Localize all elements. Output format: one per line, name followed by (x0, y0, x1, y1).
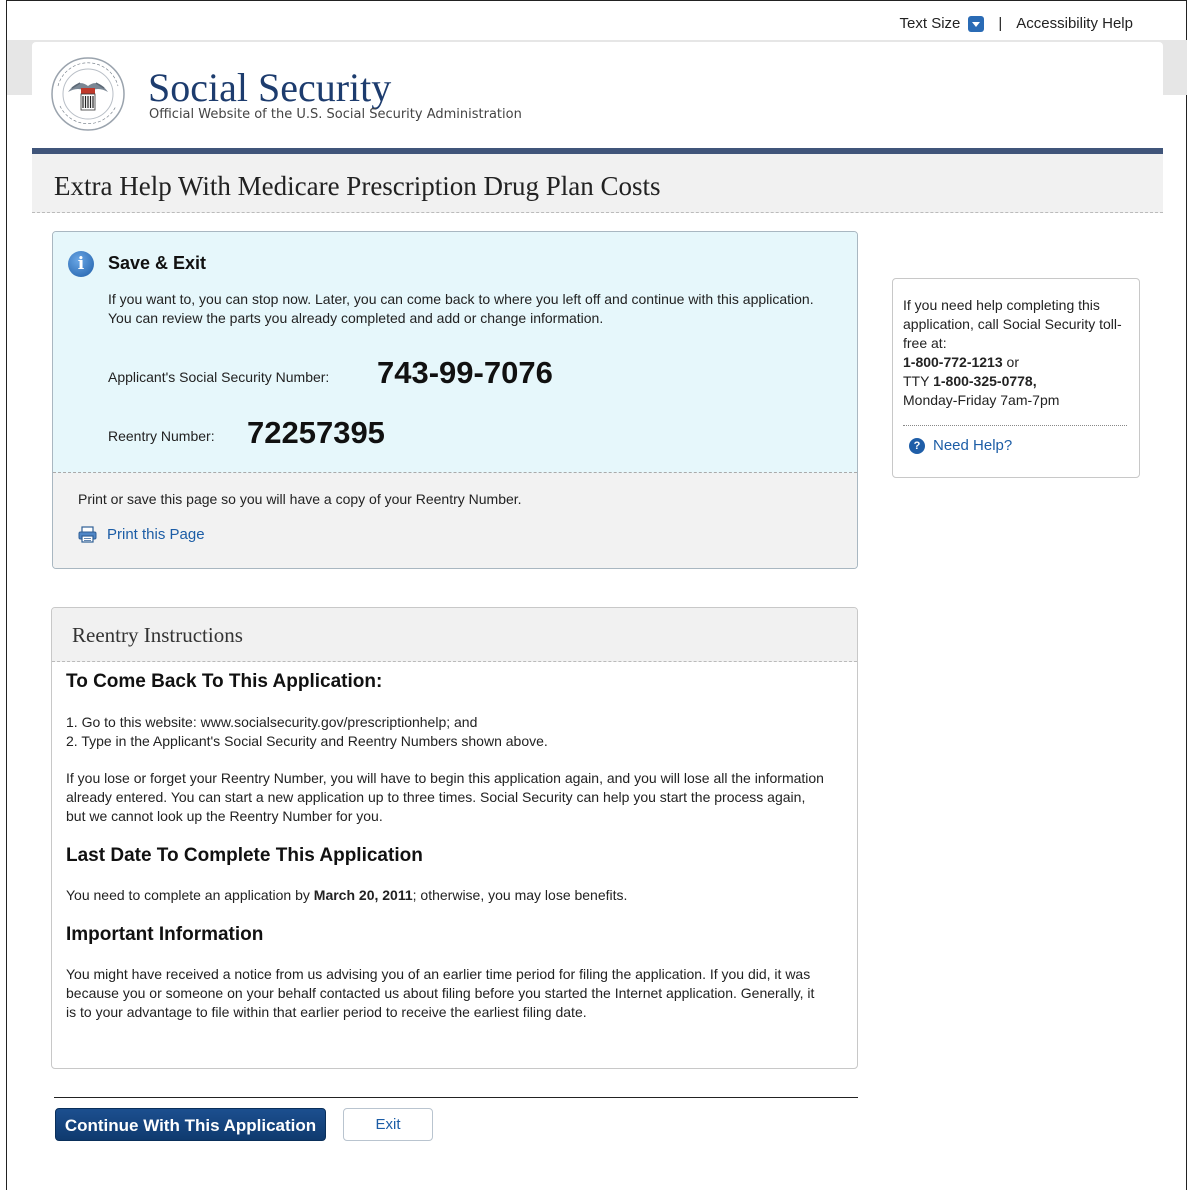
question-icon: ? (909, 437, 925, 454)
deadline-prefix: You need to complete an application by (66, 887, 314, 903)
save-exit-panel: i Save & Exit If you want to, you can st… (52, 231, 858, 569)
save-exit-heading: Save & Exit (108, 253, 207, 273)
help-tty: 1-800-325-0778, (933, 373, 1037, 389)
need-help-label: Need Help? (933, 437, 1013, 454)
help-sidebar: If you need help completing this applica… (892, 278, 1140, 478)
ssn-label: Applicant's Social Security Number: (108, 369, 330, 385)
reentry-title: Reentry Instructions (72, 623, 243, 647)
need-help-link[interactable]: ? Need Help? (909, 437, 1012, 454)
accessibility-help-link[interactable]: Accessibility Help (1016, 15, 1133, 32)
continue-application-button[interactable]: Continue With This Application (55, 1108, 326, 1141)
site-title[interactable]: Social Security (148, 64, 391, 111)
text-size-label: Text Size (899, 15, 961, 32)
deadline-text: You need to complete an application by M… (66, 886, 826, 905)
print-note: Print or save this page so you will have… (78, 491, 522, 507)
step-two: 2. Type in the Applicant's Social Securi… (66, 733, 548, 749)
deadline-suffix: ; otherwise, you may lose benefits. (412, 887, 628, 903)
button-divider (54, 1097, 858, 1098)
reentry-number-value: 72257395 (247, 415, 385, 450)
step-one: 1. Go to this website: www.socialsecurit… (66, 714, 478, 730)
site-subtitle: Official Website of the U.S. Social Secu… (149, 107, 522, 122)
help-phone: 1-800-772-1213 (903, 354, 1003, 370)
tty-prefix: TTY (903, 373, 934, 389)
text-size-control[interactable]: Text Size (900, 15, 985, 32)
reentry-header: Reentry Instructions (52, 608, 857, 662)
help-text: If you need help completing this applica… (903, 296, 1128, 410)
lose-number-text: If you lose or forget your Reentry Numbe… (66, 770, 824, 824)
save-exit-info: i Save & Exit If you want to, you can st… (53, 232, 857, 473)
last-date-heading: Last Date To Complete This Application (66, 845, 423, 866)
utility-links: Text Size | Accessibility Help (900, 15, 1133, 32)
exit-button[interactable]: Exit (343, 1108, 433, 1141)
print-section: Print or save this page so you will have… (53, 473, 857, 568)
help-or: or (1002, 354, 1019, 370)
ssa-seal-icon (51, 57, 125, 131)
help-hours: Monday-Friday 7am-7pm (903, 392, 1060, 408)
info-icon: i (68, 251, 94, 277)
help-divider (903, 425, 1127, 426)
print-page-link[interactable]: Print this Page (78, 526, 205, 543)
site-header: Social Security Official Website of the … (32, 42, 1163, 147)
help-intro: If you need help completing this applica… (903, 297, 1122, 351)
important-info-text: You might have received a notice from us… (66, 966, 815, 1020)
important-info-heading: Important Information (66, 924, 264, 945)
reentry-instructions-panel: Reentry Instructions To Come Back To Thi… (51, 607, 858, 1069)
deadline-date: March 20, 2011 (313, 887, 413, 903)
main-sheet: Social Security Official Website of the … (32, 42, 1163, 1190)
reentry-number-label: Reentry Number: (108, 428, 215, 444)
page-title-band: Extra Help With Medicare Prescription Dr… (32, 154, 1163, 213)
page-title: Extra Help With Medicare Prescription Dr… (54, 171, 661, 201)
printer-icon (78, 526, 97, 543)
save-exit-description: If you want to, you can stop now. Later,… (108, 291, 814, 326)
come-back-heading: To Come Back To This Application: (66, 671, 383, 692)
dropdown-arrow-icon[interactable] (968, 15, 985, 32)
link-separator: | (998, 15, 1003, 32)
print-page-label: Print this Page (107, 526, 205, 543)
ssn-value: 743-99-7076 (377, 355, 553, 390)
